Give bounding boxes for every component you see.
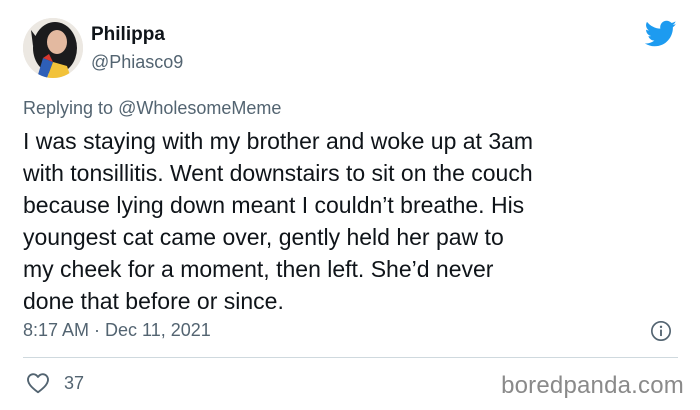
boredpanda-watermark: boredpanda.com (501, 372, 684, 399)
reply-prefix: Replying to (23, 98, 114, 118)
reply-context: Replying to @WholesomeMeme (23, 96, 281, 120)
avatar[interactable] (23, 18, 83, 78)
tweet-text: I was staying with my brother and woke u… (23, 128, 534, 314)
tweet-timestamp[interactable]: 8:17 AM · Dec 11, 2021 (23, 318, 211, 342)
twitter-bird-icon[interactable] (645, 20, 677, 48)
like-count: 37 (64, 373, 85, 393)
heart-icon[interactable] (26, 372, 50, 394)
tweet-card: Philippa @Phiasco9 Replying to @Wholesom… (0, 0, 700, 410)
author-block: Philippa @Phiasco9 (91, 24, 183, 74)
author-handle[interactable]: @Phiasco9 (91, 50, 183, 74)
info-icon[interactable] (650, 320, 672, 342)
reply-mention-link[interactable]: @WholesomeMeme (118, 98, 281, 118)
avatar-photo (23, 18, 83, 78)
author-display-name[interactable]: Philippa (91, 24, 183, 46)
divider (23, 357, 678, 358)
